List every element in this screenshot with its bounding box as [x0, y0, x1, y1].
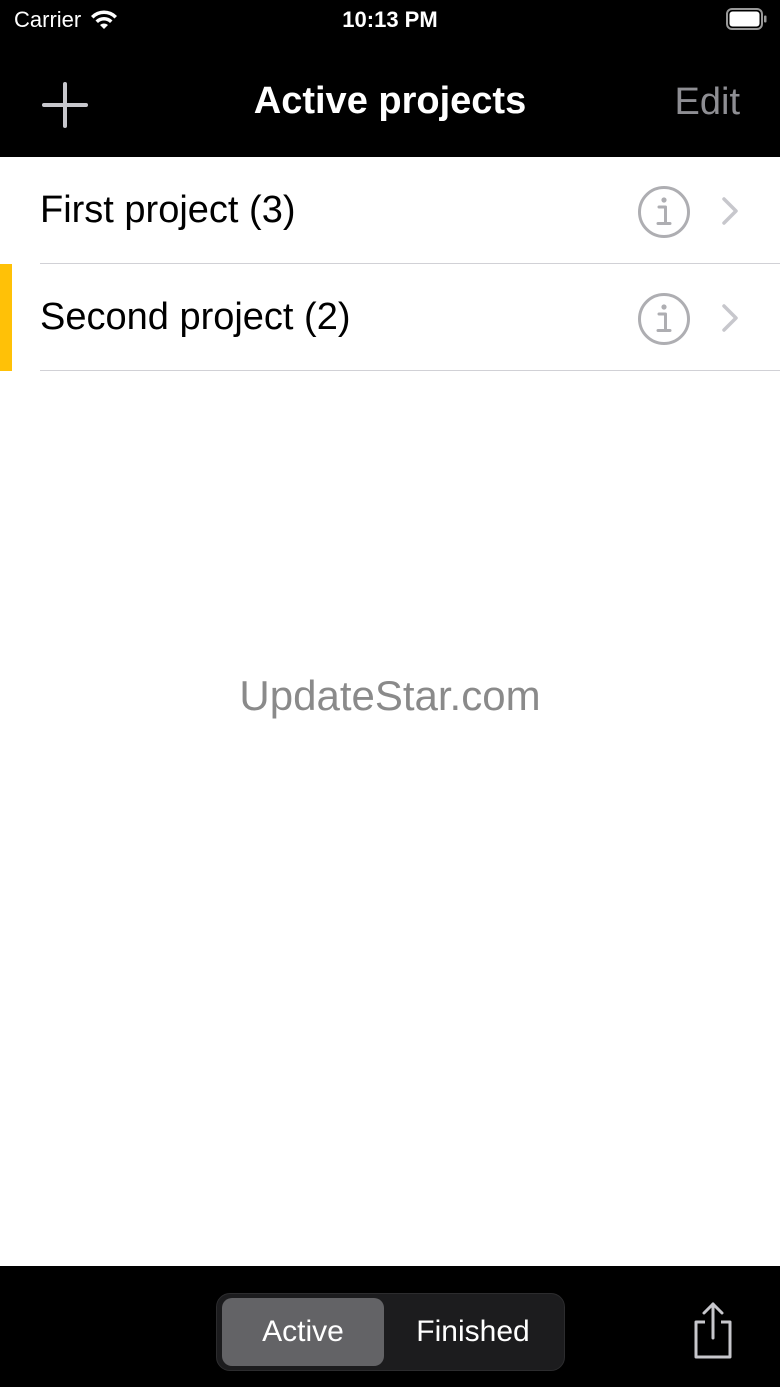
battery-full-icon — [726, 8, 767, 30]
chevron-right-icon — [722, 304, 738, 332]
segmented-control: Active Finished — [216, 1293, 565, 1371]
project-row-first[interactable]: First project (3) — [0, 157, 780, 264]
bottom-toolbar: Active Finished — [0, 1266, 780, 1387]
project-row-second[interactable]: Second project (2) — [0, 264, 780, 371]
page-title: Active projects — [253, 80, 527, 122]
project-label: First project (3) — [40, 189, 296, 231]
chevron-right-icon — [722, 197, 738, 225]
highlight-marker — [0, 264, 12, 371]
segment-active[interactable]: Active — [222, 1298, 384, 1366]
project-label: Second project (2) — [40, 296, 351, 338]
edit-button[interactable]: Edit — [675, 81, 740, 124]
info-circle-icon[interactable] — [637, 292, 691, 346]
segment-finished[interactable]: Finished — [387, 1298, 559, 1366]
screen: Carrier 10:13 PM Active projects Edit Fi… — [0, 0, 780, 1387]
share-icon[interactable] — [688, 1300, 738, 1360]
status-time: 10:13 PM — [342, 7, 438, 32]
watermark-text: UpdateStar.com — [239, 672, 541, 719]
project-list: First project (3) Second project (2) — [0, 157, 780, 371]
row-divider — [40, 370, 780, 371]
status-bar: Carrier 10:13 PM — [0, 0, 780, 40]
navigation-bar: Active projects Edit — [0, 40, 780, 157]
info-circle-icon[interactable] — [637, 185, 691, 239]
